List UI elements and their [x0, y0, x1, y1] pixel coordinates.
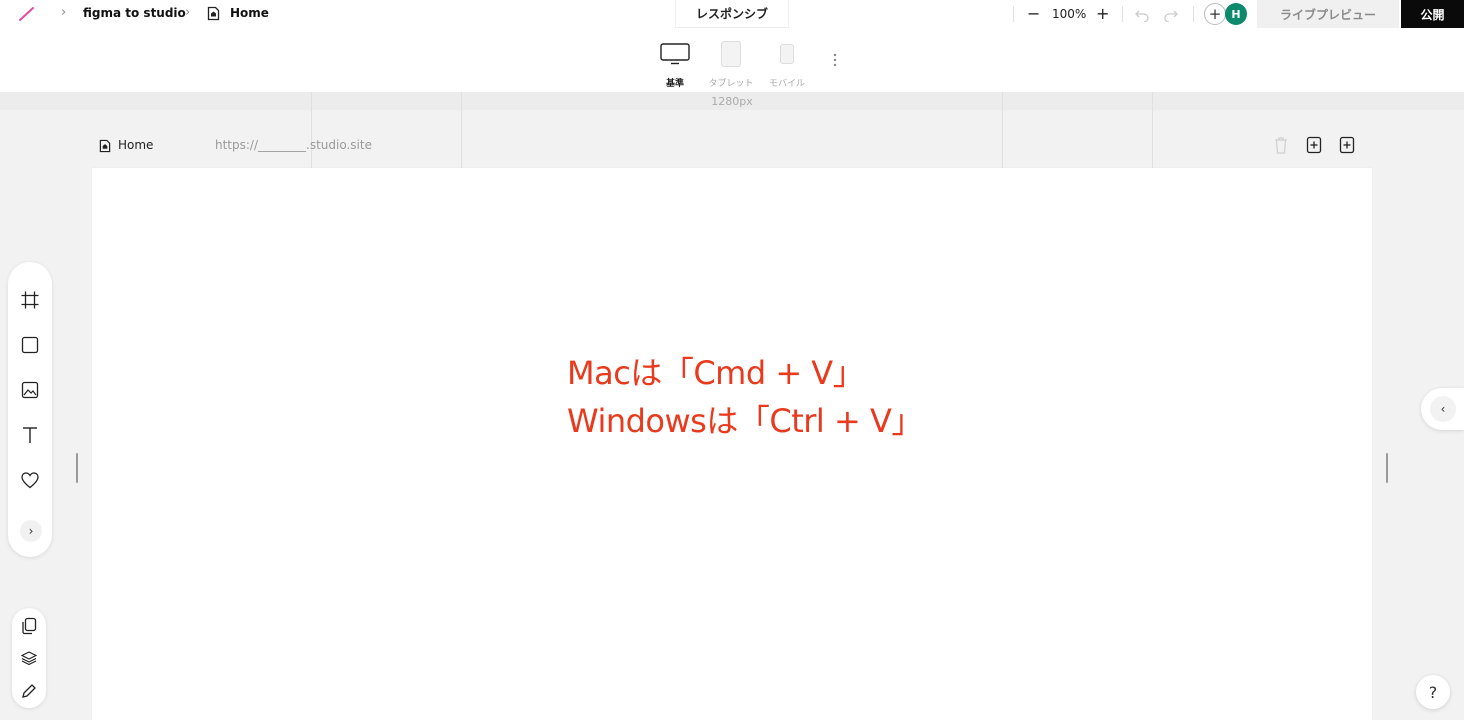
collapse-panel-button[interactable]: ‹	[1430, 396, 1456, 422]
expand-toolbar-button[interactable]: ›	[20, 520, 42, 542]
home-page-icon	[99, 138, 111, 157]
undo-icon[interactable]	[1134, 7, 1150, 26]
tablet-icon[interactable]	[721, 41, 741, 67]
frame-tool-icon[interactable]	[20, 290, 40, 310]
layers-icon[interactable]	[20, 650, 38, 670]
annotation-line-mac: Macは「Cmd + V」	[567, 354, 865, 392]
breadcrumb-page[interactable]: Home	[230, 6, 269, 20]
device-label-tablet[interactable]: タブレット	[701, 76, 761, 89]
resize-handle-left[interactable]	[76, 453, 78, 483]
guide-line	[461, 92, 462, 168]
device-label-mobile[interactable]: モバイル	[757, 76, 817, 89]
guide-line	[1002, 92, 1003, 168]
publish-button[interactable]: 公開	[1401, 0, 1464, 28]
duplicate-page-icon[interactable]	[1306, 136, 1322, 158]
text-tool-icon[interactable]	[20, 425, 40, 445]
page-url[interactable]: https://________.studio.site	[215, 138, 372, 152]
resize-handle-right[interactable]	[1386, 453, 1388, 483]
chevron-right-icon: ›	[185, 5, 191, 20]
canvas-annotation: Macは「Cmd + V」 Windowsは「Ctrl + V」	[567, 349, 923, 445]
more-vertical-icon[interactable]	[833, 52, 837, 71]
add-page-icon[interactable]	[1339, 136, 1355, 158]
divider	[1013, 6, 1014, 22]
studio-logo-icon[interactable]	[18, 5, 36, 27]
zoom-out-button[interactable]: −	[1027, 0, 1040, 28]
pages-icon[interactable]	[21, 617, 37, 639]
redo-icon[interactable]	[1163, 7, 1179, 26]
tab-responsive[interactable]: レスポンシブ	[676, 0, 788, 28]
help-button[interactable]: ?	[1416, 675, 1450, 709]
divider	[1193, 6, 1194, 22]
guide-line	[311, 92, 312, 168]
width-ruler: 1280px	[0, 92, 1464, 110]
live-preview-button[interactable]: ライブプレビュー	[1257, 0, 1399, 28]
top-bar: › figma to studio › Home レスポンシブ − 100% +…	[0, 0, 1464, 28]
mobile-icon[interactable]	[780, 44, 794, 64]
divider	[1122, 6, 1123, 22]
add-collaborator-button[interactable]: +	[1204, 3, 1226, 25]
page-name[interactable]: Home	[118, 138, 153, 152]
left-toolbar: ›	[8, 262, 52, 557]
annotation-line-windows: Windowsは「Ctrl + V」	[567, 402, 923, 440]
right-panel-tab: ‹	[1421, 388, 1464, 430]
home-page-icon	[207, 6, 220, 25]
avatar[interactable]: H	[1225, 3, 1247, 25]
device-label-desktop[interactable]: 基準	[645, 76, 705, 89]
width-readout: 1280px	[711, 95, 753, 108]
pencil-icon[interactable]	[21, 683, 37, 703]
guide-line	[1152, 92, 1153, 168]
desktop-icon[interactable]	[660, 43, 690, 69]
rectangle-tool-icon[interactable]	[20, 335, 40, 355]
heart-icon[interactable]	[20, 470, 40, 490]
left-toolbar-secondary	[12, 608, 46, 708]
device-bar: 基準 タブレット モバイル	[0, 28, 1464, 92]
chevron-right-icon: ›	[61, 5, 67, 20]
image-tool-icon[interactable]	[20, 380, 40, 400]
zoom-in-button[interactable]: +	[1096, 0, 1109, 28]
breadcrumb-project[interactable]: figma to studio	[83, 6, 186, 20]
zoom-level[interactable]: 100%	[1052, 7, 1086, 21]
trash-icon[interactable]	[1273, 136, 1289, 158]
